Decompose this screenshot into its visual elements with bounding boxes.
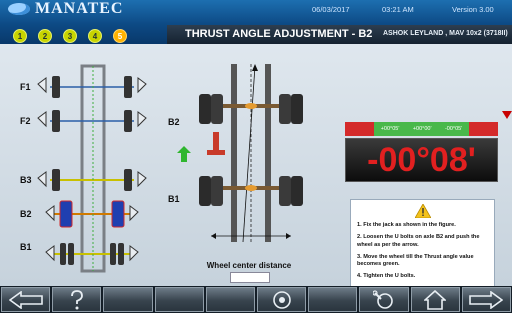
forward-arrow-icon: [469, 290, 504, 309]
adjust-wheel-icon: [272, 290, 291, 309]
wheel-center-distance-input[interactable]: [230, 272, 270, 283]
vehicle-schematic: [37, 64, 147, 273]
jack-icon: [213, 132, 219, 150]
title-bar: THRUST ANGLE ADJUSTMENT - B2 ASHOK LEYLA…: [167, 25, 512, 44]
thrust-angle-display: -00°08': [345, 138, 498, 182]
brand-name: MANATEC: [35, 0, 124, 17]
wheel-f2-right: [124, 110, 132, 132]
axle-adjustment-illustration: [199, 64, 303, 243]
step-1[interactable]: 1: [13, 29, 27, 43]
wheel-b3-right: [124, 169, 132, 191]
detail-label-b1: B1: [168, 194, 180, 204]
toolbar-button-3[interactable]: [103, 287, 153, 312]
tolerance-high: -00°05': [444, 126, 463, 132]
thrust-angle-value: -00°08': [367, 141, 476, 179]
wheel-b1-left-outer: [60, 243, 66, 265]
home-button[interactable]: [410, 287, 460, 312]
axle-label-f1: F1: [20, 82, 31, 92]
home-icon: [424, 289, 447, 310]
instruction-step: 1. Fix the jack as shown in the figure.: [357, 222, 456, 228]
warning-icon: [414, 204, 431, 218]
instruction-list: 1. Fix the jack as shown in the figure. …: [351, 222, 494, 281]
detail-label-b2: B2: [168, 117, 180, 127]
instruction-step: 2. Loosen the U bolts on axle B2 and pus…: [357, 234, 480, 248]
header: MANATEC 06/03/2017 03:21 AM Version 3.00…: [0, 0, 512, 44]
wheel-f1-left: [52, 76, 60, 98]
tolerance-green-zone: +00°05' +00°00' -00°05': [374, 122, 469, 136]
tolerance-red-left: [345, 122, 374, 136]
brand-mark-icon: [8, 3, 30, 15]
wheel-b3-left: [52, 169, 60, 191]
axle-label-b2: B2: [20, 209, 32, 219]
toolbar-button-7[interactable]: [308, 287, 358, 312]
wheel-b2-right: [111, 200, 125, 228]
axle-label-b3: B3: [20, 175, 32, 185]
wheel-f2-left: [52, 110, 60, 132]
brand-logo: MANATEC: [8, 0, 123, 18]
step-3[interactable]: 3: [63, 29, 77, 43]
axle-label-b1: B1: [20, 242, 32, 252]
main-panel: F1 F2 B3 B2 B1 B2 B1 +00°05' +00°00' -00…: [0, 44, 512, 310]
wheel-center-distance-label: Wheel center distance: [206, 261, 292, 270]
tolerance-marker-icon: [502, 111, 512, 119]
step-4[interactable]: 4: [88, 29, 102, 43]
toolbar-button-4[interactable]: [154, 287, 204, 312]
b2-left-wheel: [199, 94, 211, 124]
instruction-step: 3. Move the wheel till the Thrust angle …: [357, 253, 474, 268]
instruction-step: 4. Tighten the U bolts.: [357, 273, 416, 280]
status-time: 03:21 AM: [382, 5, 414, 14]
vehicle-name: ASHOK LEYLAND , MAV 10x2 (3718II): [383, 30, 508, 37]
toolbar-button-5[interactable]: [205, 287, 256, 312]
status-version: Version 3.00: [452, 5, 494, 14]
wheel-wrench-icon: [373, 289, 393, 309]
status-date: 06/03/2017: [312, 5, 350, 14]
back-arrow-icon: [8, 290, 43, 309]
step-5[interactable]: 5: [113, 29, 127, 43]
axle-label-f2: F2: [20, 116, 31, 126]
push-direction-arrow-icon: [177, 146, 191, 162]
wheel-f1-right: [124, 76, 132, 98]
help-button[interactable]: [52, 287, 102, 312]
wheel-b1-right-inner: [110, 243, 116, 265]
tolerance-red-right: [469, 122, 498, 136]
step-2[interactable]: 2: [38, 29, 52, 43]
next-button[interactable]: [461, 287, 512, 312]
tolerance-low: +00°05': [380, 126, 400, 132]
tolerance-bar: +00°05' +00°00' -00°05': [345, 122, 498, 136]
wheel-b1-right-outer: [118, 243, 124, 265]
adjust-wheel-button[interactable]: [257, 287, 307, 312]
wheel-b2-left: [59, 200, 73, 228]
page-title: THRUST ANGLE ADJUSTMENT - B2: [185, 28, 373, 40]
tolerance-mid: +00°00': [412, 126, 432, 132]
help-icon: [70, 289, 83, 309]
footer-toolbar: [0, 286, 512, 313]
wheel-wrench-button[interactable]: [359, 287, 409, 312]
back-button[interactable]: [1, 287, 51, 312]
app-window: MANATEC 06/03/2017 03:21 AM Version 3.00…: [0, 0, 512, 313]
step-indicator: 1 2 3 4 5: [13, 29, 127, 43]
wheel-b1-left-inner: [68, 243, 74, 265]
